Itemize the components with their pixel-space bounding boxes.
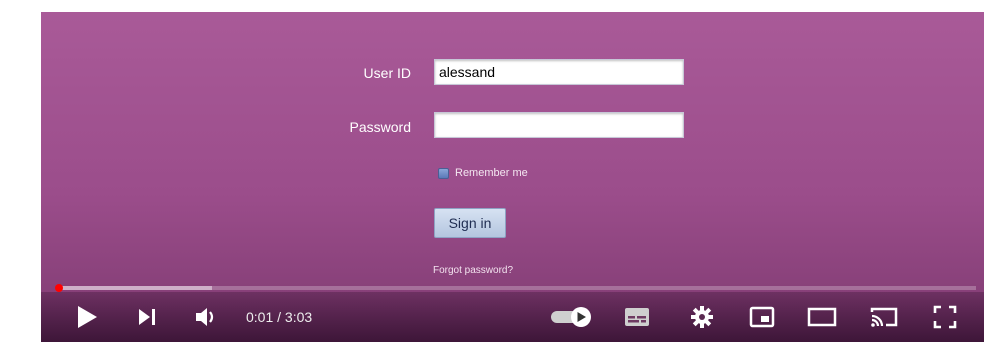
cast-button[interactable] xyxy=(864,292,904,342)
cast-icon xyxy=(870,307,898,327)
play-button[interactable] xyxy=(69,292,105,342)
user-id-input[interactable] xyxy=(434,59,684,85)
remember-me-row[interactable]: Remember me xyxy=(438,167,528,179)
subtitles-icon xyxy=(625,308,649,326)
remember-me-label: Remember me xyxy=(455,167,528,179)
time-display: 0:01 / 3:03 xyxy=(246,309,313,325)
progress-scrubber[interactable] xyxy=(54,284,63,292)
password-input[interactable] xyxy=(434,112,684,138)
progress-bar[interactable] xyxy=(54,284,976,292)
forgot-password-link[interactable]: Forgot password? xyxy=(433,265,513,276)
theater-mode-icon xyxy=(807,307,837,327)
video-frame[interactable]: User ID Password Remember me Sign in For… xyxy=(41,12,984,292)
volume-button[interactable] xyxy=(189,292,225,342)
miniplayer-button[interactable] xyxy=(742,292,782,342)
play-icon xyxy=(78,306,97,328)
settings-button[interactable] xyxy=(682,292,722,342)
miniplayer-icon xyxy=(749,306,775,328)
theater-mode-button[interactable] xyxy=(800,292,844,342)
fullscreen-icon xyxy=(933,305,957,329)
password-label: Password xyxy=(349,119,411,135)
autoplay-toggle[interactable] xyxy=(547,292,597,342)
sign-in-button[interactable]: Sign in xyxy=(434,208,506,238)
next-button[interactable] xyxy=(129,292,165,342)
subtitles-button[interactable] xyxy=(617,292,657,342)
remember-me-checkbox[interactable] xyxy=(438,167,449,179)
settings-icon xyxy=(691,306,713,328)
next-icon xyxy=(139,309,155,325)
progress-buffered xyxy=(56,286,213,290)
autoplay-toggle-icon xyxy=(551,307,591,327)
volume-icon xyxy=(196,308,214,326)
player-controls: 0:01 / 3:03 xyxy=(41,292,984,342)
user-id-label: User ID xyxy=(363,65,411,81)
fullscreen-button[interactable] xyxy=(925,292,965,342)
video-player[interactable]: User ID Password Remember me Sign in For… xyxy=(41,12,984,342)
